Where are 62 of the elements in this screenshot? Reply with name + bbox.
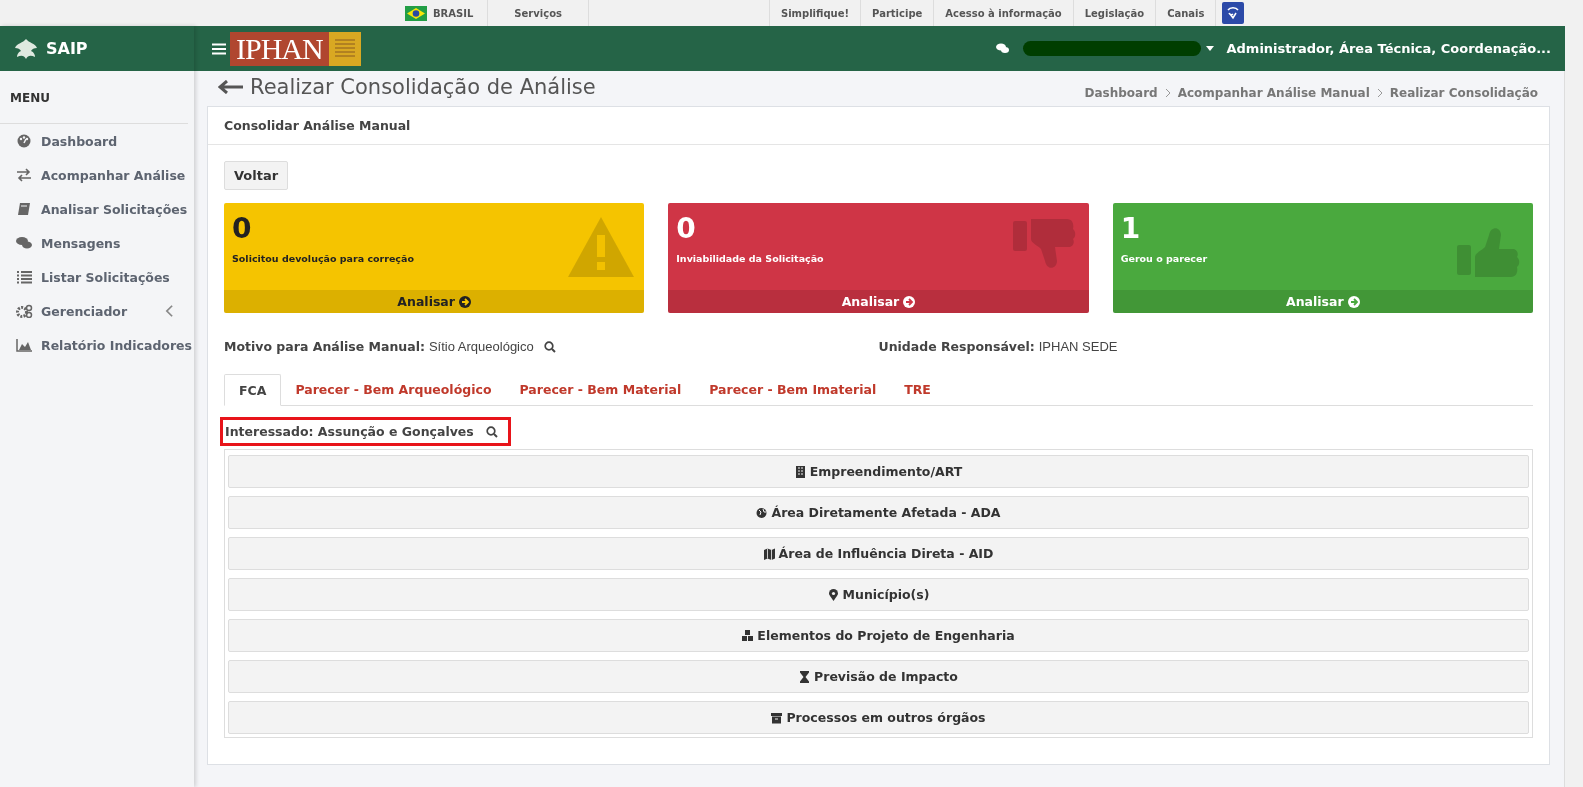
menu-item[interactable]: Mensagens: [0, 226, 194, 260]
card-count: 0: [232, 211, 253, 247]
map-icon: [763, 547, 775, 560]
menu-item[interactable]: Gerenciador: [0, 294, 194, 328]
tab[interactable]: Parecer - Bem Imaterial: [695, 374, 891, 405]
accordion-header[interactable]: Processos em outros órgãos: [228, 701, 1529, 734]
tab[interactable]: FCA: [224, 374, 282, 406]
card-count: 0: [676, 211, 697, 247]
interested-party: Interessado: Assunção e Gonçalves: [225, 424, 474, 439]
user-roles[interactable]: Administrador, Área Técnica, Coordenação...: [1226, 41, 1551, 56]
cubes-icon: [742, 629, 754, 642]
arrow-circle-icon: [1347, 295, 1360, 308]
hourglass-icon: [799, 670, 811, 683]
logo-emblem-icon: [328, 31, 361, 66]
page-title: Realizar Consolidação de Análise: [250, 74, 596, 100]
breadcrumb-link[interactable]: Dashboard: [1084, 86, 1158, 100]
archive-icon: [771, 711, 783, 724]
search-icon[interactable]: [543, 340, 556, 353]
menu-item[interactable]: Analisar Solicitações: [0, 192, 194, 226]
card-count: 1: [1120, 211, 1142, 247]
info-text: Unidade Responsável: IPHAN SEDE: [878, 339, 1118, 354]
back-button[interactable]: Voltar: [224, 161, 289, 190]
search-icon[interactable]: [485, 425, 498, 438]
breadcrumb-link[interactable]: Realizar Consolidação: [1389, 86, 1538, 100]
accordion-header[interactable]: Área de Influência Direta - AID: [228, 537, 1529, 570]
arrow-circle-icon: [458, 295, 471, 308]
arrow-circle-icon: [903, 295, 916, 308]
menu-item[interactable]: Listar Solicitações: [0, 260, 194, 294]
breadcrumb-separator-icon: [1375, 88, 1384, 98]
tab[interactable]: Parecer - Bem Material: [505, 374, 696, 405]
breadcrumb-separator-icon: [1163, 88, 1172, 98]
menu-item[interactable]: Dashboard: [0, 124, 194, 158]
accordion-header[interactable]: Área Diretamente Afetada - ADA: [228, 496, 1529, 529]
map-marker-icon: [827, 588, 839, 601]
card-label: Gerou o parecer: [1120, 253, 1209, 264]
card-label: Inviabilidade da Solicitação: [676, 253, 825, 264]
back-arrow-icon[interactable]: [218, 80, 244, 94]
building-icon: [794, 465, 806, 478]
menu-heading: MENU: [0, 71, 188, 124]
accordion-header[interactable]: Empreendimento/ART: [228, 455, 1529, 488]
menu-item[interactable]: Relatório Indicadores: [0, 328, 194, 362]
chat-icon[interactable]: [996, 43, 1010, 54]
menu-item[interactable]: Acompanhar Análise: [0, 158, 194, 192]
accordion-header[interactable]: Município(s): [228, 578, 1529, 611]
logo-text: IPHAN: [230, 31, 329, 66]
tab[interactable]: Parecer - Bem Arqueológico: [281, 374, 506, 405]
country-label: BRASIL: [433, 7, 474, 19]
analyze-link[interactable]: Analisar: [1112, 290, 1533, 313]
accessibility-icon[interactable]: [1222, 2, 1245, 24]
accordion-header[interactable]: Previsão de Impacto: [228, 660, 1529, 693]
breadcrumb-link[interactable]: Acompanhar Análise Manual: [1177, 86, 1370, 100]
flag-icon: [405, 5, 427, 21]
panel-title: Consolidar Análise Manual: [208, 107, 1549, 145]
analyze-link[interactable]: Analisar: [224, 290, 645, 313]
brand-name: SAIP: [46, 39, 88, 58]
info-text: Motivo para Análise Manual: Sítio Arqueológico: [224, 339, 534, 354]
card-label: Solicitou devolução para correção: [232, 253, 415, 264]
accordion-header[interactable]: Elementos do Projeto de Engenharia: [228, 619, 1529, 652]
tab[interactable]: TRE: [890, 374, 945, 405]
analyze-link[interactable]: Analisar: [668, 290, 1089, 313]
leaf-logo-icon: [12, 36, 40, 61]
caret-icon[interactable]: [1206, 46, 1215, 51]
